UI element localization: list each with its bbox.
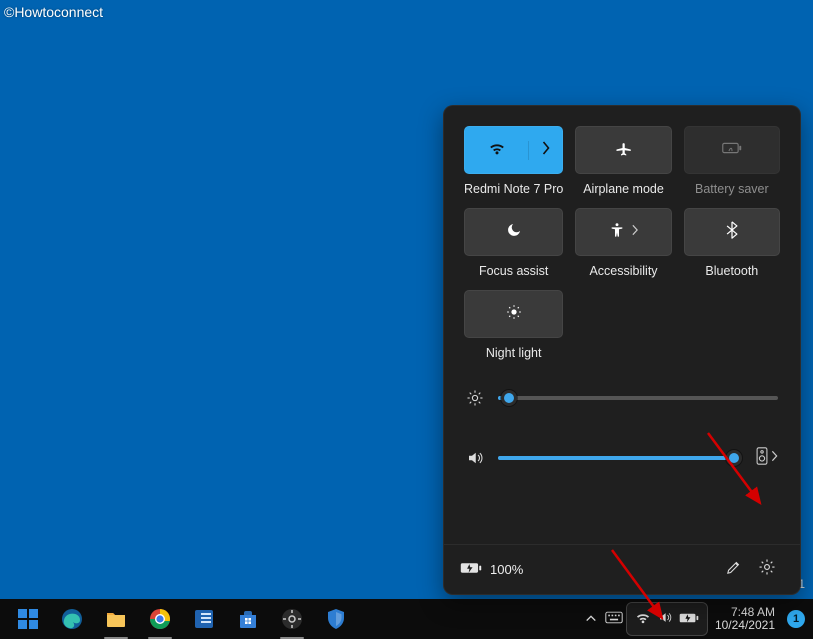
battery-status[interactable]: 100% [460, 561, 523, 578]
ime-indicator[interactable] [601, 599, 627, 639]
quick-settings-panel: Redmi Note 7 Pro Airplane mode Battery s… [443, 105, 801, 595]
speaker-icon [657, 610, 673, 628]
taskbar-pinned-apps [0, 599, 358, 639]
tray-overflow-button[interactable] [581, 599, 601, 639]
speaker-icon [466, 449, 484, 467]
battery-saver-label: Battery saver [695, 182, 769, 196]
night-light-label: Night light [486, 346, 542, 360]
network-sound-battery-button[interactable] [627, 603, 707, 635]
taskbar-clock[interactable]: 7:48 AM 10/24/2021 [707, 606, 783, 632]
word-app[interactable] [182, 599, 226, 639]
gear-icon [280, 607, 304, 631]
chevron-right-icon [631, 223, 639, 241]
moon-icon [506, 222, 522, 243]
wifi-toggle[interactable] [465, 141, 528, 160]
edit-quick-settings-button[interactable] [716, 553, 750, 587]
airplane-tile[interactable] [575, 126, 671, 174]
quick-settings-grid: Redmi Note 7 Pro Airplane mode Battery s… [444, 106, 800, 360]
battery-saver-icon [722, 141, 742, 160]
brightness-slider[interactable] [498, 396, 778, 400]
notification-count: 1 [793, 613, 799, 625]
battery-saver-tile [684, 126, 780, 174]
word-icon [192, 607, 216, 631]
bluetooth-tile[interactable] [684, 208, 780, 256]
volume-mixer-button[interactable] [755, 447, 778, 470]
airplane-label: Airplane mode [583, 182, 664, 196]
pencil-icon [725, 559, 742, 581]
chrome-app[interactable] [138, 599, 182, 639]
airplane-icon [615, 139, 633, 162]
notification-badge[interactable]: 1 [787, 610, 805, 628]
wifi-tile[interactable] [464, 126, 563, 174]
wifi-icon [488, 141, 506, 160]
wifi-icon [635, 611, 651, 627]
battery-saver-cell: Battery saver [684, 126, 780, 196]
airplane-cell: Airplane mode [575, 126, 671, 196]
brightness-row [466, 382, 778, 414]
bluetooth-label: Bluetooth [705, 264, 758, 278]
settings-app[interactable] [270, 599, 314, 639]
accessibility-label: Accessibility [589, 264, 657, 278]
store-app[interactable] [226, 599, 270, 639]
store-icon [236, 607, 260, 631]
edge-icon [60, 607, 84, 631]
bluetooth-cell: Bluetooth [684, 208, 780, 278]
watermark-text: ©Howtoconnect [4, 4, 103, 20]
focus-assist-label: Focus assist [479, 264, 548, 278]
chevron-right-icon [541, 141, 551, 160]
quick-settings-footer: 100% [444, 544, 800, 594]
volume-row [466, 442, 778, 474]
volume-slider[interactable] [498, 456, 741, 460]
battery-icon [679, 612, 699, 627]
gear-icon [758, 558, 776, 581]
chevron-up-icon [585, 612, 597, 626]
battery-percent: 100% [490, 562, 523, 577]
file-explorer-app[interactable] [94, 599, 138, 639]
night-light-cell: Night light [464, 290, 563, 360]
windows-logo-icon [16, 607, 40, 631]
focus-assist-tile[interactable] [464, 208, 563, 256]
chevron-right-icon [771, 449, 778, 467]
taskbar: 7:48 AM 10/24/2021 1 [0, 599, 813, 639]
start-button[interactable] [6, 599, 50, 639]
system-tray: 7:48 AM 10/24/2021 1 [581, 599, 813, 639]
wifi-expand-button[interactable] [528, 141, 562, 160]
bluetooth-icon [726, 221, 738, 244]
accessibility-cell: Accessibility [575, 208, 671, 278]
wifi-cell: Redmi Note 7 Pro [464, 126, 563, 196]
night-light-tile[interactable] [464, 290, 563, 338]
shield-icon [324, 607, 348, 631]
audio-device-icon [755, 447, 769, 470]
accessibility-tile[interactable] [575, 208, 671, 256]
accessibility-icon [609, 222, 625, 243]
clock-date: 10/24/2021 [715, 619, 775, 632]
keyboard-icon [605, 611, 623, 627]
quick-settings-sliders [444, 360, 800, 544]
focus-assist-cell: Focus assist [464, 208, 563, 278]
brightness-low-icon [505, 303, 523, 326]
security-app[interactable] [314, 599, 358, 639]
wifi-label: Redmi Note 7 Pro [464, 182, 563, 196]
brightness-icon [466, 389, 484, 407]
chrome-icon [148, 607, 172, 631]
folder-icon [104, 607, 128, 631]
battery-charging-icon [460, 561, 482, 578]
settings-button[interactable] [750, 553, 784, 587]
edge-app[interactable] [50, 599, 94, 639]
